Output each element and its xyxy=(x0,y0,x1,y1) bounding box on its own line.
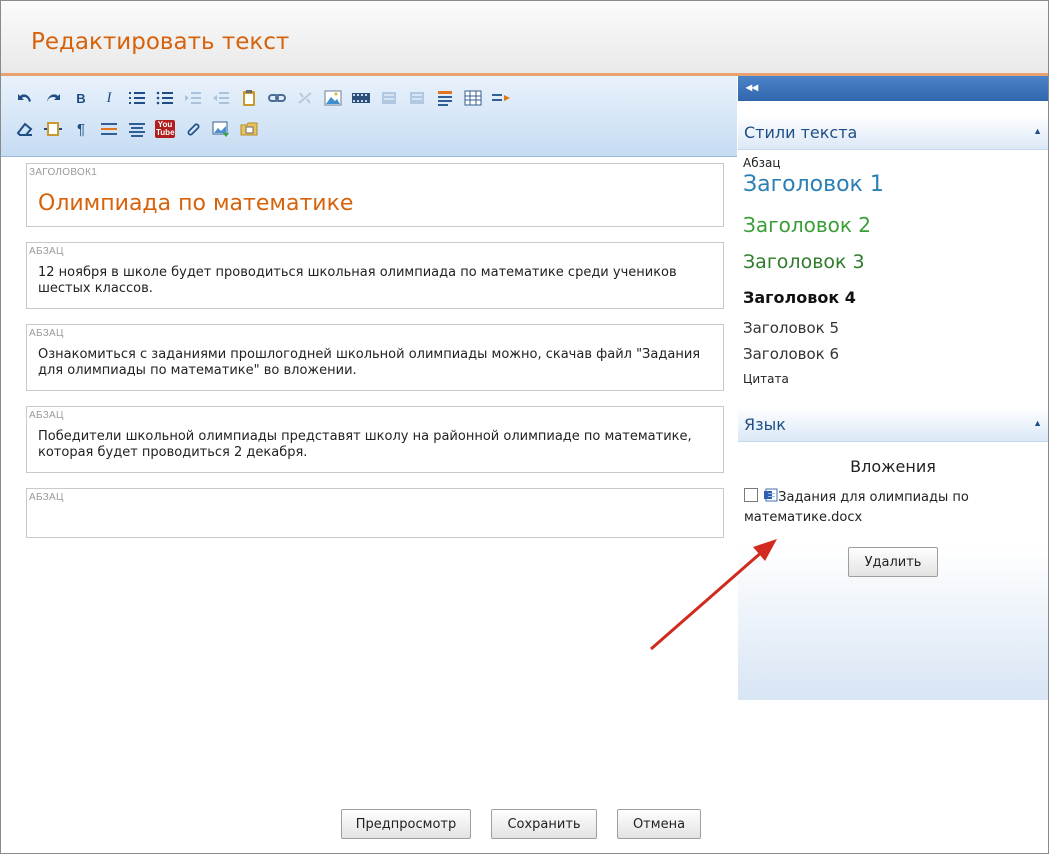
align-center-icon[interactable] xyxy=(127,119,147,139)
style-item-heading-2[interactable]: Заголовок 2 xyxy=(743,213,871,237)
align-left-icon[interactable] xyxy=(379,88,399,108)
annotation-arrow xyxy=(650,539,777,651)
paragraph-text[interactable]: Победители школьной олимпиады представят… xyxy=(38,429,718,461)
style-item-heading-6[interactable]: Заголовок 6 xyxy=(743,345,839,363)
block-tag: ЗАГОЛОВОК1 xyxy=(29,167,98,178)
image-icon[interactable] xyxy=(323,88,343,108)
sidebar-header-bar: ◂◂ xyxy=(738,76,1048,101)
text-styles-panel-header[interactable]: Стили текста ▲ xyxy=(738,115,1048,150)
folder-icon[interactable] xyxy=(239,119,259,139)
collapse-arrow-icon[interactable]: ▲ xyxy=(1033,126,1042,136)
heading-text[interactable]: Олимпиада по математике xyxy=(38,191,353,217)
style-item-quote[interactable]: Цитата xyxy=(743,372,789,386)
paragraph-block[interactable]: АБЗАЦ 12 ноября в школе будет проводитьс… xyxy=(26,242,724,309)
eraser-icon[interactable] xyxy=(15,119,35,139)
heading-block[interactable]: ЗАГОЛОВОК1 Олимпиада по математике xyxy=(26,163,724,227)
paste-icon[interactable] xyxy=(239,88,259,108)
title-bar: Редактировать текст xyxy=(1,1,1048,73)
block-tag: АБЗАЦ xyxy=(29,492,64,503)
outdent-icon[interactable] xyxy=(211,88,231,108)
paragraph-block[interactable]: АБЗАЦ Ознакомиться с заданиями прошлогод… xyxy=(26,324,724,391)
insert-image-icon[interactable] xyxy=(211,119,231,139)
indent-icon[interactable] xyxy=(183,88,203,108)
style-item-heading-1[interactable]: Заголовок 1 xyxy=(743,172,884,197)
paragraph-block[interactable]: АБЗАЦ Победители школьной олимпиады пред… xyxy=(26,406,724,473)
editor-toolbar: B I ¶ You Tube xyxy=(1,76,737,157)
editor-window: Редактировать текст B I ¶ You Tube ЗАГОЛ… xyxy=(0,0,1049,854)
unlink-icon[interactable] xyxy=(295,88,315,108)
bold-icon[interactable]: B xyxy=(71,88,91,108)
style-item-heading-3[interactable]: Заголовок 3 xyxy=(743,251,865,273)
paragraph-style-icon[interactable] xyxy=(435,88,455,108)
delete-attachment-button[interactable]: Удалить xyxy=(848,547,938,577)
block-tag: АБЗАЦ xyxy=(29,410,64,421)
style-item-paragraph[interactable]: Абзац xyxy=(743,156,781,170)
hr-icon[interactable] xyxy=(99,119,119,139)
toolbar-row-2: ¶ You Tube xyxy=(15,114,259,144)
paragraph-block[interactable]: АБЗАЦ xyxy=(26,488,724,538)
style-item-heading-4[interactable]: Заголовок 4 xyxy=(743,288,856,307)
text-editor: B I ¶ You Tube ЗАГОЛОВОК1 Олимпиада по м… xyxy=(1,76,737,853)
attachment-item: Задания для олимпиады по математике.docx xyxy=(744,488,1034,528)
youtube-logo-text: You Tube xyxy=(155,120,175,138)
italic-icon[interactable]: I xyxy=(99,88,119,108)
redo-icon[interactable] xyxy=(43,88,63,108)
bullet-list-icon[interactable] xyxy=(155,88,175,108)
attach-icon[interactable] xyxy=(183,119,203,139)
cancel-button[interactable]: Отмена xyxy=(617,809,701,839)
numbered-list-icon[interactable] xyxy=(127,88,147,108)
paragraph-text[interactable]: 12 ноября в школе будет проводиться школ… xyxy=(38,265,718,297)
word-document-icon xyxy=(764,488,778,502)
paragraph-mark-icon[interactable]: ¶ xyxy=(71,119,91,139)
wrap-icon[interactable] xyxy=(491,88,511,108)
frame-icon[interactable] xyxy=(43,119,63,139)
paragraph-text[interactable]: Ознакомиться с заданиями прошлогодней шк… xyxy=(38,347,718,379)
align-right-icon[interactable] xyxy=(407,88,427,108)
attachments-title: Вложения xyxy=(850,457,936,476)
style-item-heading-5[interactable]: Заголовок 5 xyxy=(743,319,839,337)
block-tag: АБЗАЦ xyxy=(29,246,64,257)
form-actions: Предпросмотр Сохранить Отмена xyxy=(341,809,701,839)
language-title: Язык xyxy=(744,415,786,434)
toolbar-row-1: B I xyxy=(15,83,511,113)
attachment-file-name[interactable]: Задания для олимпиады по математике.docx xyxy=(744,490,969,525)
table-icon[interactable] xyxy=(463,88,483,108)
collapse-sidebar-icon[interactable]: ◂◂ xyxy=(746,80,758,94)
block-tag: АБЗАЦ xyxy=(29,328,64,339)
styles-sidebar: ◂◂ Стили текста ▲ Абзац Заголовок 1 Заго… xyxy=(738,76,1048,853)
collapse-arrow-icon[interactable]: ▲ xyxy=(1033,418,1042,428)
attachment-checkbox[interactable] xyxy=(744,488,758,502)
media-icon[interactable] xyxy=(351,88,371,108)
preview-button[interactable]: Предпросмотр xyxy=(341,809,471,839)
window-title: Редактировать текст xyxy=(31,29,290,55)
language-panel-header[interactable]: Язык ▲ xyxy=(738,407,1048,442)
link-icon[interactable] xyxy=(267,88,287,108)
youtube-icon[interactable]: You Tube xyxy=(155,119,175,139)
text-styles-title: Стили текста xyxy=(744,123,858,142)
undo-icon[interactable] xyxy=(15,88,35,108)
save-button[interactable]: Сохранить xyxy=(491,809,597,839)
